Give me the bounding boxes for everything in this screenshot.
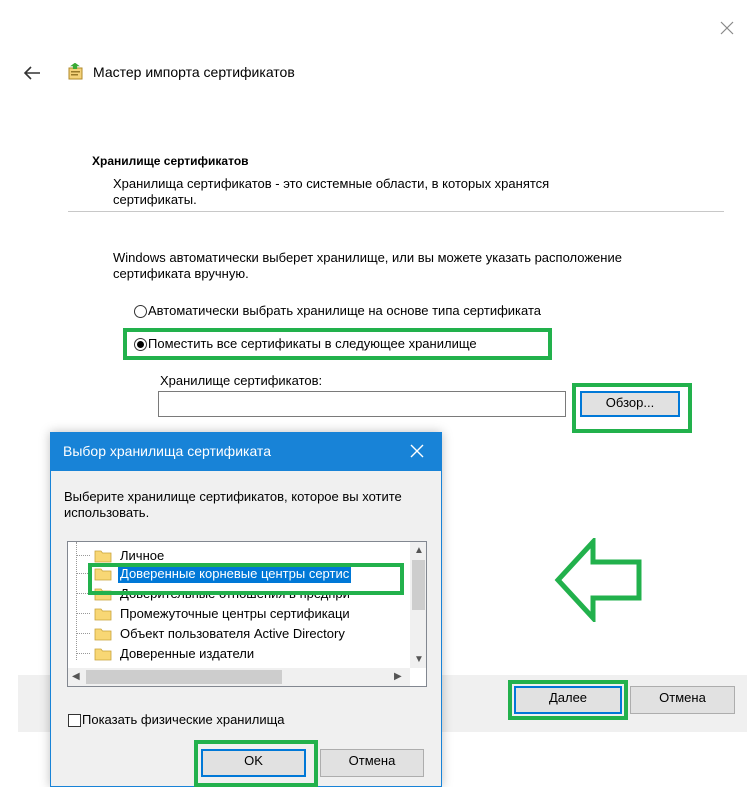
- scroll-right-arrow-icon[interactable]: ▶: [394, 672, 402, 682]
- folder-icon: [94, 608, 112, 621]
- select-store-dialog: Выбор хранилища сертификата Выберите хра…: [50, 432, 442, 787]
- cancel-button[interactable]: Отмена: [630, 686, 735, 714]
- tree-connector: [76, 613, 90, 614]
- store-list-item[interactable]: Объект пользователя Active Directory: [68, 624, 398, 644]
- green-arrow-left-icon: [554, 538, 642, 622]
- folder-icon: [94, 628, 112, 641]
- show-physical-stores-checkbox[interactable]: [68, 714, 81, 727]
- store-list-item[interactable]: Промежуточные центры сертификаци: [68, 604, 398, 624]
- radio-auto-select[interactable]: [134, 305, 147, 318]
- back-arrow-icon[interactable]: [22, 64, 42, 82]
- show-physical-stores-label[interactable]: Показать физические хранилища: [82, 712, 285, 727]
- dialog-prompt: Выберите хранилище сертификатов, которое…: [64, 489, 402, 520]
- highlight-next-button: [508, 680, 628, 720]
- dialog-close-icon[interactable]: [409, 443, 425, 459]
- dialog-cancel-button[interactable]: Отмена: [320, 749, 424, 777]
- folder-icon: [94, 550, 112, 563]
- highlight-ok-button: [194, 740, 318, 787]
- certificate-store-field[interactable]: [158, 391, 566, 417]
- horizontal-scrollbar-thumb[interactable]: [86, 670, 282, 684]
- store-list-item-label: Объект пользователя Active Directory: [120, 626, 345, 641]
- wizard-close-icon[interactable]: [718, 19, 736, 37]
- folder-icon: [94, 648, 112, 661]
- scroll-left-arrow-icon[interactable]: ◀: [72, 672, 80, 682]
- section-description: Хранилища сертификатов - это системные о…: [113, 176, 550, 207]
- store-list-item[interactable]: Доверенные издатели: [68, 644, 398, 664]
- wizard-title: Мастер импорта сертификатов: [93, 64, 295, 80]
- dialog-title: Выбор хранилища сертификата: [63, 443, 271, 459]
- tree-connector: [76, 555, 90, 556]
- highlight-trusted-root-item: [88, 563, 404, 595]
- section-title: Хранилище сертификатов: [92, 154, 249, 168]
- store-list-item-label: Доверенные издатели: [120, 646, 255, 661]
- store-field-label: Хранилище сертификатов:: [160, 373, 323, 388]
- store-list-item-label: Личное: [120, 548, 165, 563]
- auto-select-description: Windows автоматически выберет хранилище,…: [113, 250, 622, 281]
- highlight-radio-place-in-store: [123, 328, 552, 360]
- scroll-up-arrow-icon[interactable]: ▲: [414, 546, 424, 556]
- section-divider: [68, 211, 724, 212]
- store-list-item-label: Промежуточные центры сертификаци: [120, 606, 350, 621]
- tree-connector: [76, 653, 90, 654]
- vertical-scrollbar-thumb[interactable]: [412, 560, 425, 610]
- scroll-down-arrow-icon[interactable]: ▼: [414, 655, 424, 665]
- highlight-browse-button: [572, 383, 692, 433]
- radio-auto-select-label[interactable]: Автоматически выбрать хранилище на основ…: [148, 303, 541, 318]
- tree-connector: [76, 633, 90, 634]
- certificate-wizard-icon: [68, 63, 83, 80]
